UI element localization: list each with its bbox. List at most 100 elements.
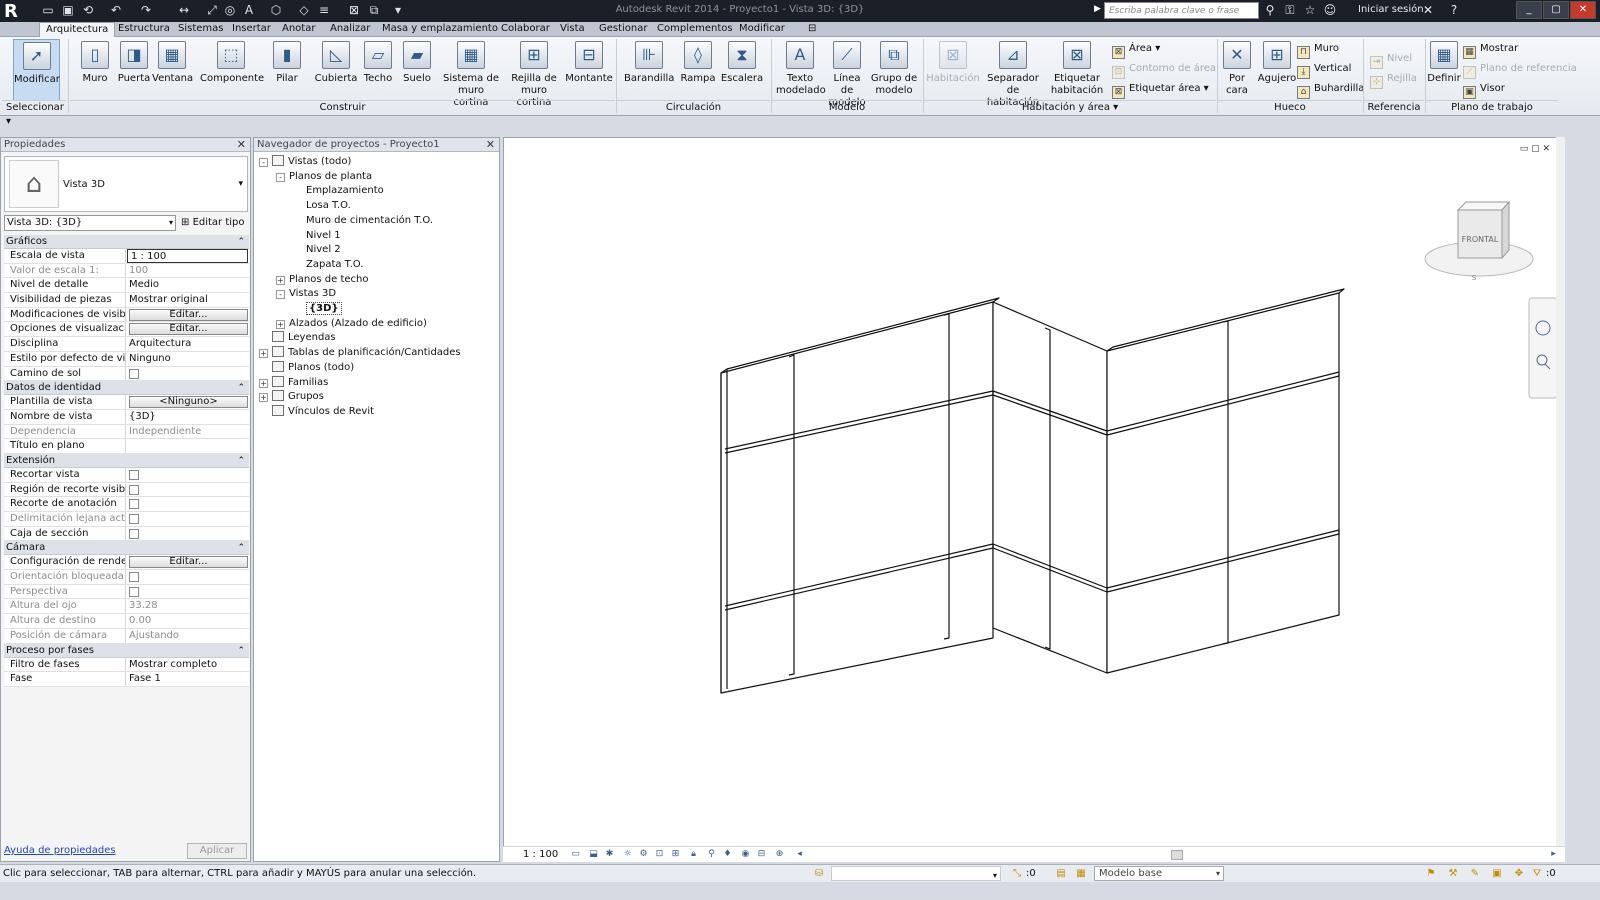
tab-estructura[interactable]: Estructura — [112, 22, 176, 37]
puerta-button[interactable]: ◨ Puerta — [116, 39, 152, 101]
property-edit-button[interactable]: Editar... — [129, 308, 248, 321]
expand-toggle-icon[interactable]: + — [276, 275, 285, 285]
browser-tree-item[interactable]: Leyendas — [272, 331, 336, 345]
switch-windows-icon[interactable]: ⧉ — [366, 2, 382, 18]
search-expand-icon[interactable]: ▶ — [1094, 4, 1101, 14]
select-underlay-icon[interactable]: ⚒ — [1446, 866, 1460, 881]
section-icon[interactable]: ◇ — [296, 2, 312, 18]
horizontal-scroll-thumb[interactable] — [1171, 850, 1183, 860]
browser-tree-item[interactable]: Vistas (todo) — [272, 155, 351, 169]
drag-elements-icon[interactable]: ✥ — [1512, 866, 1526, 881]
por-cara-button[interactable]: ✕ Por cara — [1220, 39, 1254, 101]
collapse-toggle-icon[interactable]: - — [276, 172, 285, 182]
select-by-face-icon[interactable]: ▣ — [1490, 866, 1504, 881]
browser-tree-item[interactable]: {3D} — [306, 302, 342, 316]
tag-icon[interactable]: ◎ — [222, 2, 238, 18]
browser-tree-item[interactable]: Nivel 2 — [306, 243, 341, 257]
browser-tree-item[interactable]: Zapata T.O. — [306, 258, 363, 272]
revit-app-menu-button[interactable]: R — [4, 1, 30, 22]
browser-tree-item[interactable]: Familias — [272, 375, 328, 390]
grupo-modelo-button[interactable]: ⧉ Grupo de modelo — [870, 39, 918, 101]
sun-path-icon[interactable]: ✱ — [603, 849, 616, 860]
contorno-area-button[interactable]: ⊡ Contorno de área — [1112, 61, 1216, 79]
edit-type-button[interactable]: ⊞ Editar tipo — [181, 215, 245, 231]
property-checkbox[interactable] — [129, 368, 139, 379]
undo-icon[interactable]: ↶ — [108, 2, 124, 18]
plano-referencia-button[interactable]: ⟋ Plano de referencia — [1463, 61, 1577, 79]
expand-toggle-icon[interactable]: + — [259, 349, 268, 359]
collapse-chevron-icon[interactable]: ⌃ — [237, 454, 245, 468]
etiquetar-habitacion-button[interactable]: ⊠ Etiquetar habitación — [1048, 39, 1106, 101]
muro-button[interactable]: ▯ Muro — [78, 39, 112, 101]
tab-masa-emplazamiento[interactable]: Masa y emplazamiento — [376, 22, 504, 37]
barandilla-button[interactable]: ⊪ Barandilla — [624, 39, 674, 101]
tab-colaborar[interactable]: Colaborar — [495, 22, 556, 37]
properties-section-header[interactable]: Datos de identidad ⌃ — [4, 381, 249, 396]
property-value[interactable] — [126, 439, 249, 453]
collapse-chevron-icon[interactable]: ⌃ — [237, 235, 245, 249]
definir-button[interactable]: ▦ Definir — [1427, 39, 1461, 101]
property-value[interactable]: Medio — [126, 278, 249, 292]
pilar-button[interactable]: ▮ Pilar — [272, 39, 302, 101]
help-icon[interactable]: ? — [1446, 2, 1462, 18]
lock-view-icon[interactable]: 🔒︎ — [687, 849, 700, 860]
temporary-view-icon[interactable]: ◉ — [739, 849, 752, 860]
tab-complementos[interactable]: Complementos — [651, 22, 739, 37]
linea-modelo-button[interactable]: ⟋ Línea de modelo — [826, 39, 868, 108]
browser-tree-item[interactable]: Grupos — [272, 390, 324, 404]
property-value[interactable]: Arquitectura — [126, 337, 249, 351]
aligned-dimension-icon[interactable]: ⤢ — [204, 2, 220, 18]
componente-button[interactable]: ⬚ Componente — [200, 39, 264, 101]
ribbon-minimize-icon[interactable]: ⊟ — [802, 22, 822, 37]
select-pinned-icon[interactable]: ✎ — [1468, 866, 1482, 881]
property-value[interactable] — [126, 527, 249, 541]
view-scale-button[interactable]: 1 : 100 — [523, 849, 558, 860]
select-links-icon[interactable]: ⚑ — [1424, 866, 1438, 881]
redo-icon[interactable]: ↷ — [138, 2, 154, 18]
property-value[interactable]: Mostrar original — [126, 293, 249, 307]
hueco-muro-button[interactable]: ⊓ Muro — [1297, 41, 1339, 59]
hide-isolate-icon[interactable]: ⚲ — [705, 849, 718, 860]
open-icon[interactable]: ▭ — [40, 2, 56, 18]
properties-section-header[interactable]: Cámara ⌃ — [4, 541, 249, 556]
buhardilla-button[interactable]: ⌂ Buhardilla — [1297, 81, 1364, 99]
filter-icon[interactable]: ⛛ — [1530, 866, 1544, 881]
rejilla-muro-cortina-button[interactable]: ⊞ Rejilla de muro cortina — [504, 39, 564, 108]
exchange-icon[interactable]: ✕ — [1420, 2, 1436, 18]
editable-elements-icon[interactable]: ⤡ — [1010, 866, 1024, 881]
area-button[interactable]: ⊠ Área ▾ — [1112, 41, 1160, 59]
property-checkbox[interactable] — [129, 469, 139, 480]
property-value[interactable] — [126, 497, 249, 511]
properties-help-link[interactable]: Ayuda de propiedades — [4, 845, 116, 856]
close-icon[interactable]: ✕ — [486, 138, 495, 152]
property-edit-button[interactable]: Editar... — [129, 323, 248, 336]
expand-toggle-icon[interactable]: + — [259, 393, 268, 403]
browser-tree-item[interactable]: Vistas 3D — [289, 287, 336, 301]
property-checkbox[interactable] — [129, 528, 139, 539]
collapse-toggle-icon[interactable]: - — [276, 290, 285, 300]
etiquetar-area-button[interactable]: ⊠ Etiquetar área ▾ — [1112, 81, 1209, 99]
browser-tree-item[interactable]: Planos (todo) — [272, 360, 354, 375]
property-edit-button[interactable]: Editar... — [129, 556, 248, 569]
search-input[interactable]: Escriba palabra clave o frase — [1104, 2, 1259, 19]
apply-button[interactable]: Aplicar — [187, 843, 247, 859]
visual-style-icon[interactable]: ⬓ — [587, 849, 600, 860]
tab-anotar[interactable]: Anotar — [276, 22, 321, 37]
properties-section-header[interactable]: Extensión ⌃ — [4, 453, 249, 468]
suelo-button[interactable]: ▰ Suelo — [400, 39, 434, 101]
texto-modelado-button[interactable]: A Texto modelado — [776, 39, 826, 101]
analytical-model-icon[interactable]: ⊟ — [755, 849, 768, 860]
scroll-right-icon[interactable]: ▸ — [1547, 849, 1560, 860]
qat-customize-icon[interactable]: ▾ — [390, 2, 406, 18]
property-value[interactable]: Mostrar completo — [126, 658, 249, 672]
reveal-hidden-icon[interactable]: ♦ — [721, 849, 734, 860]
property-value[interactable]: Editar... — [126, 322, 249, 336]
favorites-icon[interactable]: ☆ — [1302, 2, 1318, 18]
property-value[interactable]: <Ninguno> — [126, 395, 249, 409]
expand-toggle-icon[interactable]: + — [259, 378, 268, 388]
rejilla-button[interactable]: ⊹ Rejilla — [1370, 71, 1417, 89]
workset-select[interactable]: ▾ — [831, 866, 1001, 881]
tab-arquitectura[interactable]: Arquitectura — [39, 22, 116, 37]
visor-button[interactable]: ▣ Visor — [1463, 81, 1505, 99]
agujero-button[interactable]: ⊞ Agujero — [1256, 39, 1298, 101]
